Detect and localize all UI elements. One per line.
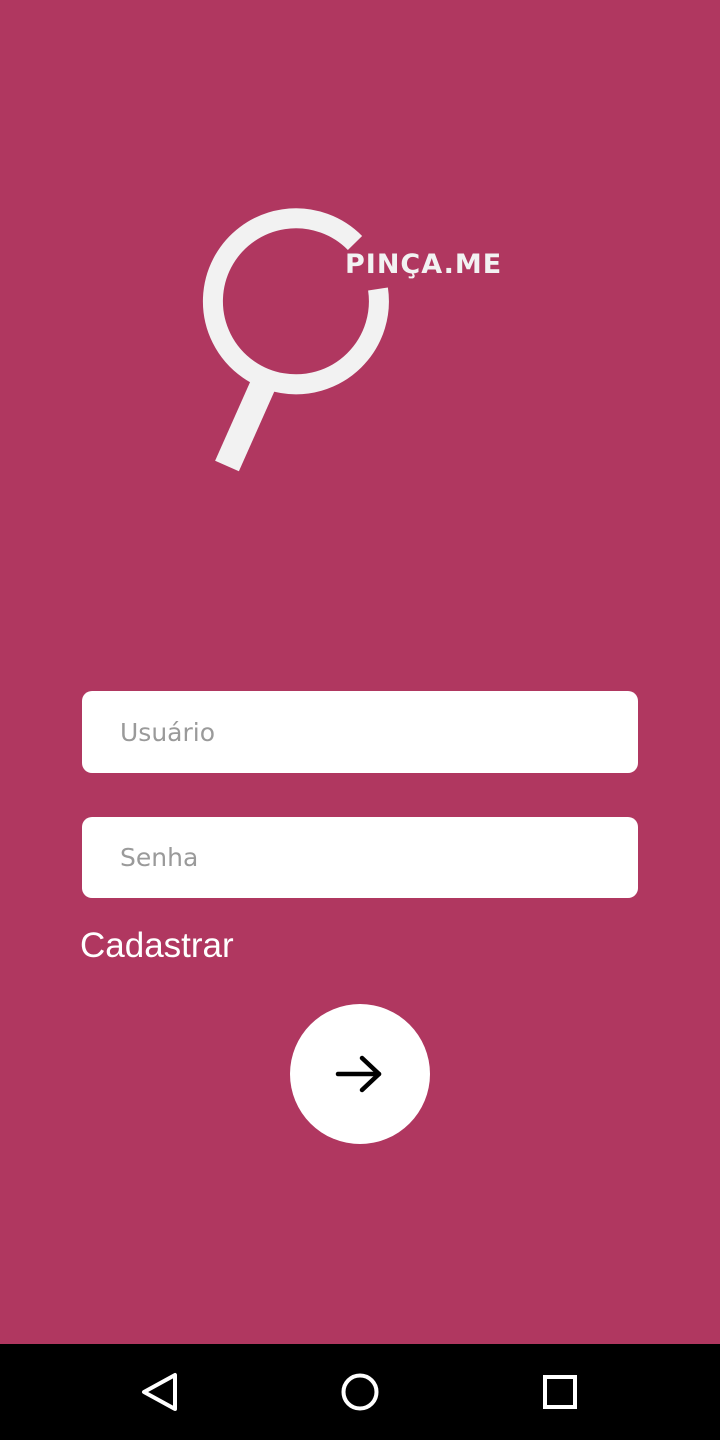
brand-logo: PINÇA.ME: [195, 195, 535, 475]
back-triangle-icon: [142, 1373, 177, 1411]
login-screen: PINÇA.ME Cadastrar: [0, 0, 720, 1344]
nav-recents-button[interactable]: [530, 1362, 590, 1422]
arrow-right-icon: [335, 1055, 382, 1093]
brand-name: PINÇA.ME: [345, 249, 503, 280]
nav-back-button[interactable]: [130, 1362, 190, 1422]
username-field[interactable]: [82, 691, 638, 773]
system-navigation-bar: [0, 1344, 720, 1440]
magnifier-logo-icon: [202, 208, 389, 472]
recents-square-icon: [543, 1375, 577, 1409]
home-circle-icon: [341, 1373, 379, 1411]
password-field[interactable]: [82, 817, 638, 898]
login-submit-button[interactable]: [290, 1004, 430, 1144]
signup-link[interactable]: Cadastrar: [80, 926, 234, 966]
screen: PINÇA.ME Cadastrar: [0, 0, 720, 1440]
nav-home-button[interactable]: [330, 1362, 390, 1422]
